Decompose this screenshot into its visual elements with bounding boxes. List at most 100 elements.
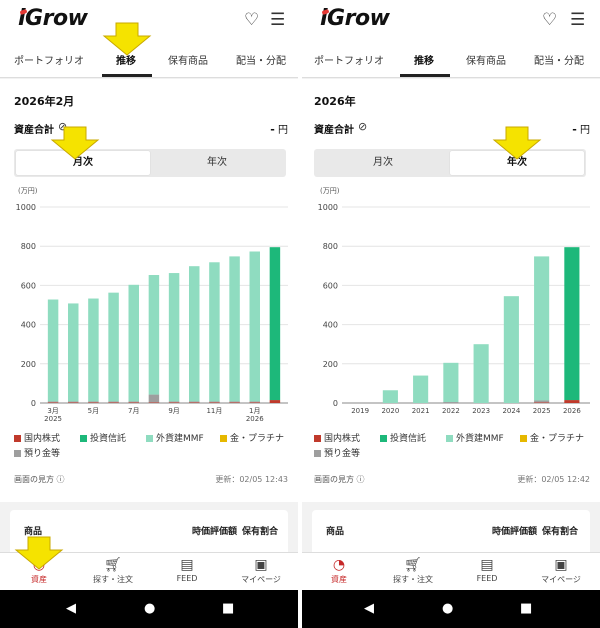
column-ratio: 保有割合 bbox=[242, 527, 279, 537]
bar-segment bbox=[534, 256, 550, 401]
header: iGrow ♡ ☰ ポートフォリオ 推移 保有商品 配当・分配 bbox=[302, 0, 600, 78]
tab-active-underline bbox=[102, 74, 152, 77]
system-nav-bar: ◀ ● ■ bbox=[302, 590, 600, 628]
nav-feed[interactable]: ▤ FEED bbox=[150, 553, 224, 591]
legend-swatch bbox=[520, 435, 527, 442]
bottom-nav: ◔資産 🛒︎探す・注文 ▤FEED ▣マイページ bbox=[302, 552, 600, 590]
y-unit-label: (万円) bbox=[320, 187, 340, 195]
tab-portfolio[interactable]: ポートフォリオ bbox=[314, 52, 384, 67]
holdings-table: 商品 時価評価額 保有割合 bbox=[302, 502, 600, 552]
legend-item: 預り金等 bbox=[314, 446, 360, 459]
nav-assets[interactable]: ◔資産 bbox=[302, 553, 376, 591]
app-logo: iGrow bbox=[18, 6, 88, 31]
legend-item: 預り金等 bbox=[14, 446, 60, 459]
total-assets-label: 資産合計 bbox=[14, 125, 54, 136]
monthly-button[interactable]: 月次 bbox=[316, 151, 450, 175]
tab-holdings[interactable]: 保有商品 bbox=[466, 52, 506, 67]
tab-portfolio[interactable]: ポートフォリオ bbox=[14, 52, 84, 67]
home-icon[interactable]: ● bbox=[144, 601, 155, 617]
bar-segment bbox=[168, 401, 180, 403]
bar-segment bbox=[47, 402, 59, 403]
bar-segment bbox=[68, 402, 79, 403]
x-tick-label: 2025 bbox=[44, 415, 62, 423]
bar-segment bbox=[209, 401, 220, 403]
legend-item: 投資信託 bbox=[80, 431, 126, 444]
legend-swatch bbox=[380, 435, 387, 442]
tab-bar: ポートフォリオ 推移 保有商品 配当・分配 bbox=[302, 44, 600, 78]
x-tick-label: 9月 bbox=[168, 407, 179, 415]
main-content: 2026年 資産合計 ⊘ - 円 月次 年次 (万円) 1000 800 600 400… bbox=[302, 79, 600, 502]
legend-swatch bbox=[314, 450, 321, 457]
arrow-annotation-icon bbox=[14, 536, 64, 570]
period-toggle: 月次 年次 bbox=[314, 149, 586, 177]
period-title: 2026年2月 bbox=[14, 95, 75, 108]
nav-feed[interactable]: ▤ FEED bbox=[450, 553, 524, 591]
tab-dividends[interactable]: 配当・分配 bbox=[534, 52, 584, 67]
bar-segment bbox=[534, 400, 550, 403]
yearly-button[interactable]: 年次 bbox=[150, 151, 284, 175]
updated-time: 更新：02/05 12:43 bbox=[215, 475, 288, 484]
legend-swatch bbox=[80, 435, 87, 442]
how-to-read-link[interactable]: 画面の見方 ⓘ bbox=[314, 474, 365, 485]
bar-segment bbox=[148, 402, 160, 403]
x-tick-label: 2025 bbox=[533, 407, 551, 415]
bar-segment bbox=[443, 402, 459, 403]
nav-search-order[interactable]: 🛒︎ 探す・注文 bbox=[76, 553, 150, 591]
bar-segment bbox=[148, 275, 160, 395]
legend-item: 金・プラチナ bbox=[520, 431, 584, 444]
tab-holdings[interactable]: 保有商品 bbox=[168, 52, 208, 67]
bar-segment bbox=[148, 394, 160, 403]
bar-segment bbox=[128, 401, 139, 403]
arrow-annotation-icon bbox=[50, 126, 100, 160]
y-tick-label: 800 bbox=[21, 242, 36, 251]
x-tick-label: 5月 bbox=[88, 407, 99, 415]
document-icon: ▤ bbox=[480, 557, 494, 573]
bar-segment bbox=[229, 256, 240, 402]
how-to-read-link[interactable]: 画面の見方 ⓘ bbox=[14, 474, 65, 485]
bar-segment bbox=[229, 402, 240, 403]
updated-time: 更新：02/05 12:42 bbox=[517, 475, 590, 484]
main-content: 2026年2月 資産合計 ⊘ - 円 月次 年次 (万円) 1000 800 600 4… bbox=[0, 79, 298, 502]
cart-icon: 🛒︎ bbox=[104, 557, 122, 573]
legend-item: 国内株式 bbox=[14, 431, 60, 444]
heart-icon[interactable]: ♡ bbox=[244, 10, 259, 30]
column-market-value: 時価評価額 bbox=[492, 527, 538, 537]
legend-swatch bbox=[146, 435, 153, 442]
nav-mypage[interactable]: ▣ マイページ bbox=[524, 553, 598, 591]
sliders-icon[interactable]: ☰ bbox=[270, 10, 285, 30]
bar-segment bbox=[168, 273, 180, 402]
eye-off-icon[interactable]: ⊘ bbox=[358, 120, 367, 133]
y-tick-label: 600 bbox=[323, 281, 338, 290]
app-logo: iGrow bbox=[320, 6, 390, 31]
legend-swatch bbox=[14, 450, 21, 457]
x-tick-label: 11月 bbox=[206, 407, 222, 415]
bar-segment bbox=[88, 298, 99, 402]
bar-segment bbox=[209, 402, 220, 403]
bar-segment bbox=[209, 262, 220, 402]
bar-segment bbox=[534, 402, 550, 403]
legend-item: 外貨建MMF bbox=[146, 431, 204, 444]
x-tick-label: 2026 bbox=[563, 407, 581, 415]
y-tick-label: 600 bbox=[21, 281, 36, 290]
x-tick-label: 2026 bbox=[246, 415, 264, 423]
legend-swatch bbox=[14, 435, 21, 442]
home-icon[interactable]: ● bbox=[442, 601, 453, 617]
recents-icon[interactable]: ■ bbox=[520, 601, 532, 617]
heart-icon[interactable]: ♡ bbox=[542, 10, 557, 30]
system-nav-bar: ◀ ● ■ bbox=[0, 590, 298, 628]
nav-search-order[interactable]: 🛒︎ 探す・注文 bbox=[376, 553, 450, 591]
recents-icon[interactable]: ■ bbox=[222, 601, 234, 617]
nav-mypage[interactable]: ▣ マイページ bbox=[224, 553, 298, 591]
bar-segment bbox=[88, 401, 99, 403]
sliders-icon[interactable]: ☰ bbox=[570, 10, 585, 30]
back-icon[interactable]: ◀ bbox=[66, 601, 76, 617]
y-tick-label: 0 bbox=[333, 399, 338, 408]
tab-trend[interactable]: 推移 bbox=[414, 52, 434, 67]
legend-item: 国内株式 bbox=[314, 431, 360, 444]
bar-segment bbox=[108, 401, 119, 403]
bar-segment bbox=[189, 401, 200, 403]
bar-segment bbox=[473, 344, 489, 403]
legend-swatch bbox=[314, 435, 321, 442]
tab-dividends[interactable]: 配当・分配 bbox=[236, 52, 286, 67]
back-icon[interactable]: ◀ bbox=[364, 601, 374, 617]
